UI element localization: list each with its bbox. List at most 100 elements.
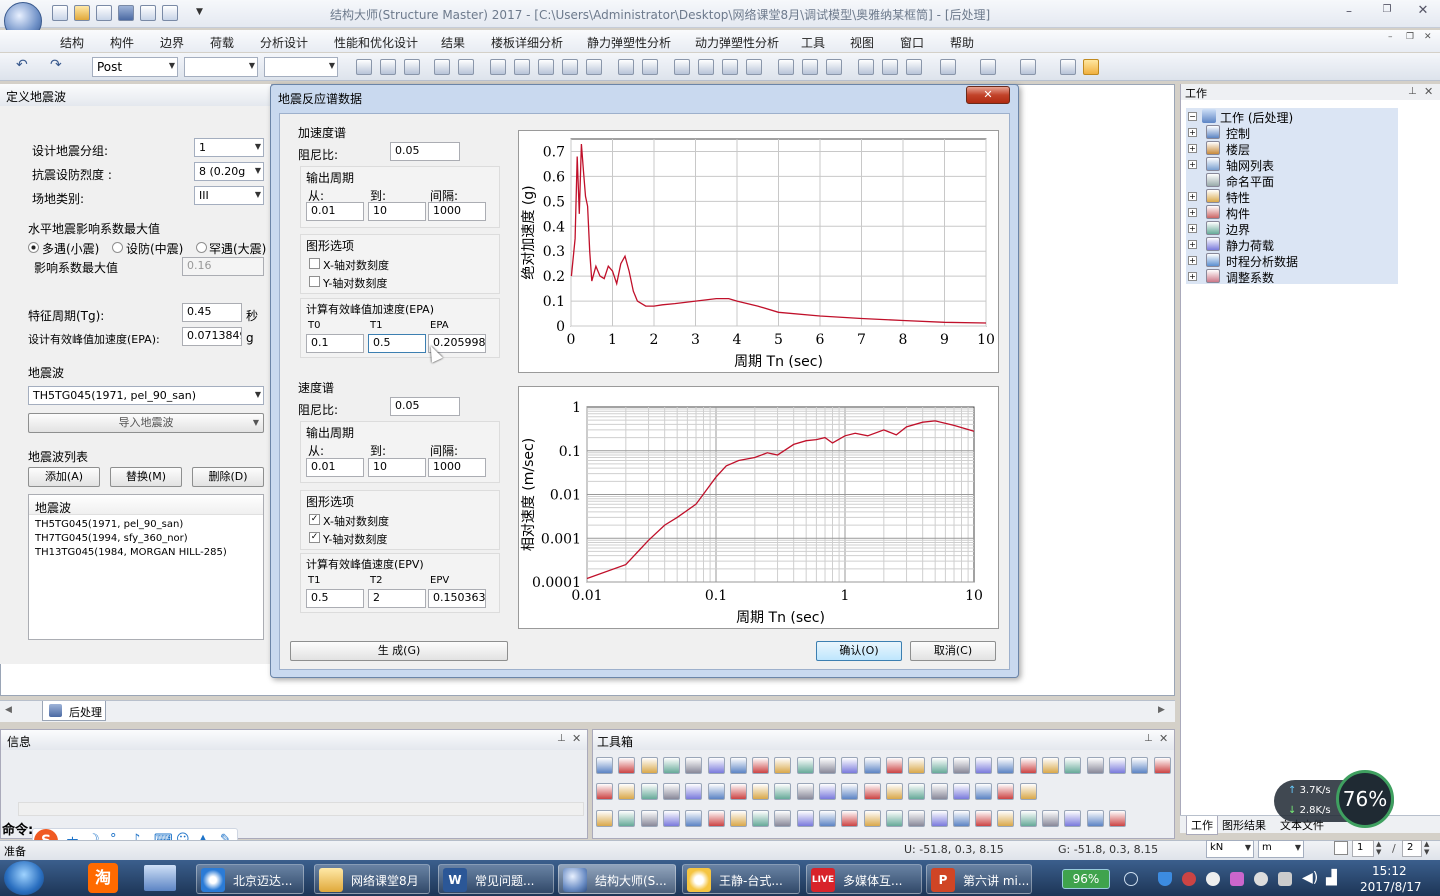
toolbox-tool-icon[interactable] — [819, 757, 836, 774]
toolbox-tool-icon[interactable] — [662, 757, 680, 774]
taskbar-item-powerpoint[interactable]: P 第六讲 mi... — [926, 864, 1032, 894]
toolbox-tool-icon[interactable] — [1019, 783, 1037, 800]
toolbox-tool-icon[interactable] — [662, 810, 680, 827]
tool-icon-14[interactable] — [698, 59, 714, 75]
toolbox-tool-icon[interactable] — [885, 810, 903, 827]
menu-dynamic-plastic[interactable]: 动力弹塑性分析 — [695, 34, 779, 51]
tool-icon-13[interactable] — [674, 59, 690, 75]
toolbox-tool-icon[interactable] — [863, 783, 881, 800]
toolbox-tool-icon[interactable] — [596, 810, 613, 827]
toolbox-tool-icon[interactable] — [908, 757, 926, 774]
status-toggle-box[interactable] — [1334, 841, 1348, 855]
wave-list[interactable]: 地震波 TH5TG045(1971, pel_90_san) TH7TG045(… — [28, 494, 264, 640]
start-button[interactable] — [4, 861, 44, 895]
expand-icon[interactable]: + — [1188, 128, 1197, 137]
toolbox-tool-icon[interactable] — [908, 810, 926, 827]
tool-icon-20[interactable] — [858, 59, 874, 75]
tab-graph-results[interactable]: 图形结果 — [1222, 817, 1266, 833]
toolbox-tool-icon[interactable] — [863, 810, 881, 827]
toolbox-tool-icon[interactable] — [796, 810, 814, 827]
tree-item-5[interactable]: + 构件 — [1186, 204, 1398, 221]
menu-help[interactable]: 帮助 — [950, 34, 974, 51]
work-pin-icon[interactable]: ⊥ — [1408, 86, 1417, 97]
replace-wave-button[interactable]: 替换(M) — [110, 467, 182, 487]
tool-icon-10[interactable] — [586, 59, 602, 75]
clock-date[interactable]: 2017/8/17 — [1360, 880, 1422, 894]
expand-icon[interactable]: + — [1188, 160, 1197, 169]
menu-window[interactable]: 窗口 — [900, 34, 924, 51]
tree-item-7[interactable]: + 静力荷载 — [1186, 236, 1398, 253]
toolbox-tool-icon[interactable] — [885, 783, 903, 800]
toolbox-tool-icon[interactable] — [975, 757, 993, 774]
tray-icon-5[interactable] — [1254, 872, 1268, 886]
info-pin-icon[interactable]: ⊥ — [557, 733, 566, 744]
tg-input[interactable]: 0.45 — [182, 303, 242, 322]
menu-slab-analysis[interactable]: 楼板详细分析 — [491, 34, 563, 51]
tool-icon-3[interactable] — [404, 59, 420, 75]
tab-postprocess[interactable]: 后处理 — [42, 701, 106, 721]
tree-item-8[interactable]: + 时程分析数据 — [1186, 252, 1398, 269]
toolbox-tool-icon[interactable] — [908, 783, 926, 800]
toolbox-tool-icon[interactable] — [841, 757, 859, 774]
tool-icon-22[interactable] — [906, 59, 922, 75]
toolbox-tool-icon[interactable] — [1019, 810, 1037, 827]
tool-icon-18[interactable] — [802, 59, 818, 75]
toolbox-tool-icon[interactable] — [618, 757, 636, 774]
toolbox-tool-icon[interactable] — [640, 783, 658, 800]
page-total-spinner-icon[interactable]: ▲ ▼ — [1424, 840, 1429, 856]
expand-icon[interactable]: + — [1188, 256, 1197, 265]
cancel-button[interactable]: 取消(C) — [910, 641, 996, 661]
clock-time[interactable]: 15:12 — [1372, 864, 1407, 878]
tool-icon-4[interactable] — [434, 59, 450, 75]
toolbox-tool-icon[interactable] — [596, 757, 613, 774]
toolbox-tool-icon[interactable] — [997, 757, 1015, 774]
toolbox-close-icon[interactable]: ✕ — [1159, 732, 1168, 745]
generate-button[interactable]: 生 成(G) — [290, 641, 508, 661]
vel-t2-input[interactable]: 2 — [368, 589, 426, 608]
tree-item-0[interactable]: + 控制 — [1186, 124, 1398, 141]
toolbox-tool-icon[interactable] — [618, 783, 636, 800]
toolbox-pin-icon[interactable]: ⊥ — [1144, 733, 1153, 744]
tool-icon-15[interactable] — [722, 59, 738, 75]
accel-step-input[interactable]: 1000 — [428, 202, 486, 221]
toolbox-tool-icon[interactable] — [618, 810, 636, 827]
delete-wave-button[interactable]: 删除(D) — [192, 467, 264, 487]
tool-icon-11[interactable] — [618, 59, 634, 75]
open-folder-icon[interactable] — [74, 5, 90, 21]
taskbar-item-live[interactable]: LIVE 多媒体互... — [806, 864, 922, 894]
menu-structure[interactable]: 结构 — [60, 34, 84, 51]
toolbox-tool-icon[interactable] — [885, 757, 903, 774]
menu-results[interactable]: 结果 — [441, 34, 465, 51]
tray-icon-3[interactable] — [1206, 872, 1220, 886]
tree-item-3[interactable]: 命名平面 — [1186, 172, 1398, 189]
toolbox-tool-icon[interactable] — [640, 810, 658, 827]
add-wave-button[interactable]: 添加(A) — [28, 467, 100, 487]
tray-icon-6[interactable] — [1278, 872, 1292, 886]
toolbox-tool-icon[interactable] — [952, 757, 970, 774]
toolbox-tool-icon[interactable] — [1086, 757, 1104, 774]
menu-boundary[interactable]: 边界 — [160, 34, 184, 51]
tree-item-1[interactable]: + 楼层 — [1186, 140, 1398, 157]
toolbox-tool-icon[interactable] — [1019, 757, 1037, 774]
length-unit-select[interactable]: m ▼ — [1258, 840, 1304, 858]
expand-icon[interactable]: + — [1188, 224, 1197, 233]
toolbox-tool-icon[interactable] — [819, 783, 836, 800]
tab-scroll-left-icon[interactable]: ◀ — [5, 705, 12, 715]
mdi-minimize-icon[interactable]: – — [1388, 32, 1393, 42]
toolbox-tool-icon[interactable] — [952, 810, 970, 827]
list-item[interactable]: TH5TG045(1971, pel_90_san) — [29, 515, 263, 530]
tree-item-2[interactable]: + 轴网列表 — [1186, 156, 1398, 173]
menu-analysis-design[interactable]: 分析设计 — [260, 34, 308, 51]
taskbar-item-folder[interactable]: 网络课堂8月 — [314, 864, 430, 894]
lock-icon[interactable] — [1060, 59, 1076, 75]
accel-from-input[interactable]: 0.01 — [306, 202, 364, 221]
vel-to-input[interactable]: 10 — [368, 458, 426, 477]
menu-view[interactable]: 视图 — [850, 34, 874, 51]
toolbox-tool-icon[interactable] — [707, 810, 725, 827]
toolbox-tool-icon[interactable] — [707, 783, 725, 800]
expand-icon[interactable]: + — [1188, 192, 1197, 201]
toolbox-tool-icon[interactable] — [841, 783, 859, 800]
redo-icon[interactable]: ↷ — [50, 57, 62, 73]
accel-y-log-checkbox[interactable] — [309, 276, 320, 287]
page-input[interactable]: 1 — [1352, 840, 1374, 857]
